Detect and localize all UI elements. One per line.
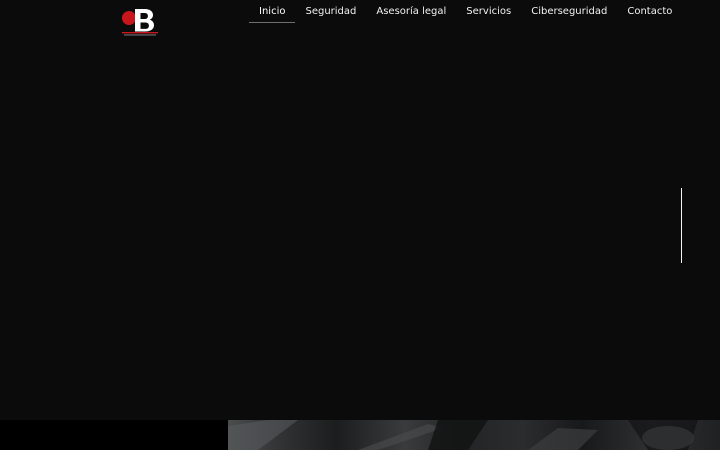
site-header: Inicio Seguridad Asesoría legal Servicio… (0, 0, 720, 40)
hero-section (0, 0, 720, 420)
page: Inicio Seguridad Asesoría legal Servicio… (0, 0, 720, 450)
slider-indicator[interactable] (681, 188, 682, 263)
logo[interactable] (119, 7, 161, 37)
logo-mark-icon (122, 9, 158, 36)
nav-item-ciberseguridad[interactable]: Ciberseguridad (521, 0, 617, 24)
nav-item-asesoria-legal[interactable]: Asesoría legal (366, 0, 456, 24)
main-nav: Inicio Seguridad Asesoría legal Servicio… (249, 0, 682, 24)
section-image (228, 420, 720, 450)
nav-item-inicio[interactable]: Inicio (249, 0, 296, 24)
nav-item-servicios[interactable]: Servicios (456, 0, 521, 24)
section-dark-panel (0, 420, 228, 450)
nav-item-seguridad[interactable]: Seguridad (295, 0, 366, 24)
section-image-content (228, 420, 698, 450)
nav-item-contacto[interactable]: Contacto (617, 0, 682, 24)
